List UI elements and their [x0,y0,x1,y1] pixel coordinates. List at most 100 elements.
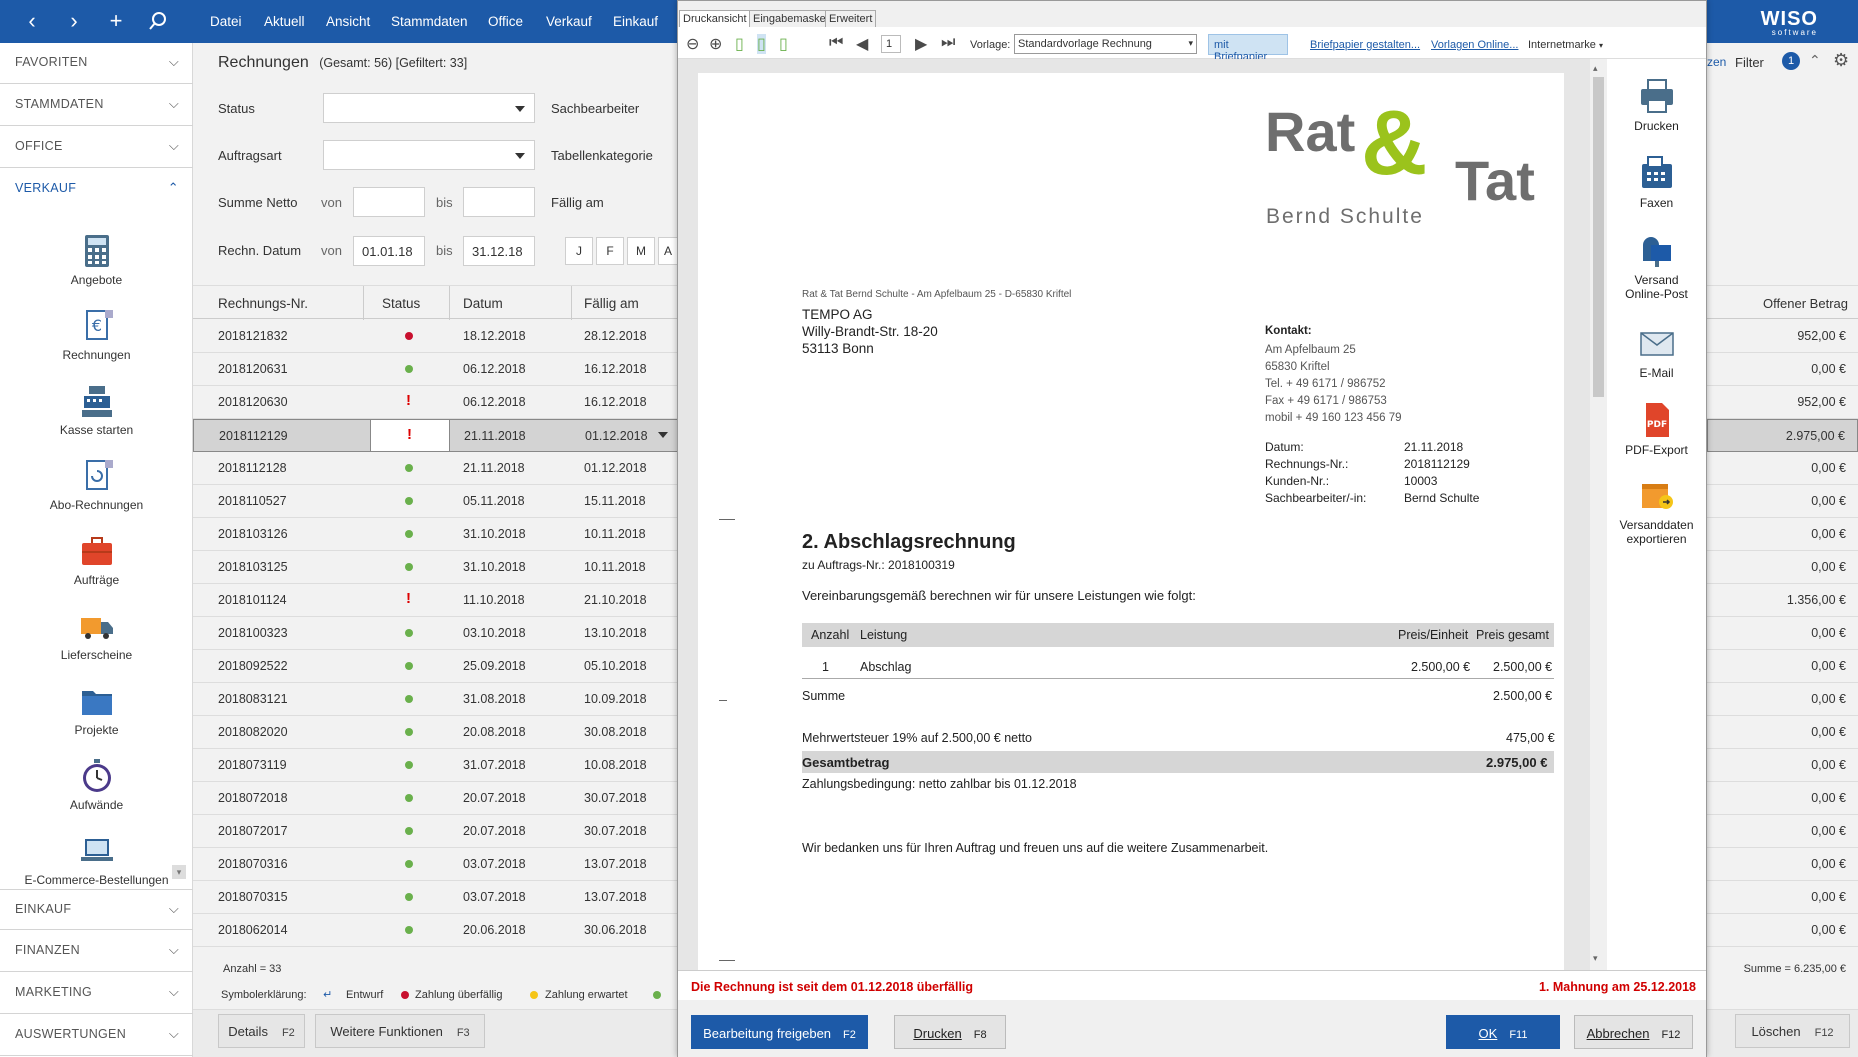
table-row[interactable]: 0,00 € [1707,353,1858,386]
table-row[interactable]: 2018120631 06.12.2018 16.12.2018 [193,353,678,386]
sidebar-item-kasse[interactable]: Kasse starten [0,383,193,437]
sidebar-section-finanzen[interactable]: FINANZEN ⌵ [0,931,193,972]
pdf-export-action[interactable]: PDF PDF-Export [1607,401,1706,457]
table-row[interactable]: 0,00 € [1707,716,1858,749]
email-action[interactable]: E-Mail [1607,324,1706,380]
add-icon[interactable]: + [100,6,132,36]
menu-aktuell[interactable]: Aktuell [264,14,305,29]
drucken-action[interactable]: Drucken [1607,77,1706,133]
table-row[interactable]: 1.356,00 € [1707,584,1858,617]
table-row[interactable]: 952,00 € [1707,386,1858,419]
column-offener-betrag[interactable]: Offener Betrag [1763,296,1848,311]
table-row[interactable]: 2018100323 03.10.2018 13.10.2018 [193,617,678,650]
datum-von-input[interactable]: 01.01.18 [353,236,425,266]
abbrechen-button[interactable]: Abbrechen F12 [1574,1015,1693,1049]
table-row[interactable]: 2018070315 03.07.2018 13.07.2018 [193,881,678,914]
status-select[interactable] [323,93,535,123]
menu-datei[interactable]: Datei [210,14,242,29]
forward-icon[interactable]: › [58,6,90,36]
table-row[interactable]: 0,00 € [1707,914,1858,947]
table-row[interactable]: 0,00 € [1707,848,1858,881]
table-row[interactable]: 2018092522 25.09.2018 05.10.2018 [193,650,678,683]
zoom-out-icon[interactable]: ⊖ [686,34,699,54]
menu-ansicht[interactable]: Ansicht [326,14,370,29]
bearbeitung-freigeben-button[interactable]: Bearbeitung freigeben F2 [691,1015,868,1049]
vorlage-select[interactable]: Standardvorlage Rechnung ▾ [1014,34,1197,54]
first-page-icon[interactable]: ⏮ [829,34,843,52]
preview-scrollbar[interactable]: ▴ ▾ [1590,59,1607,970]
table-row[interactable]: 0,00 € [1707,650,1858,683]
table-row[interactable]: 0,00 € [1707,518,1858,551]
menu-office[interactable]: Office [488,14,523,29]
back-icon[interactable]: ‹ [16,6,48,36]
vorlagen-online-link[interactable]: Vorlagen Online... [1431,39,1518,51]
sidebar-item-auftraege[interactable]: Aufträge [0,533,193,587]
internetmarke-menu[interactable]: Internetmarke ▾ [1528,39,1603,51]
period-m-button[interactable]: M [627,237,655,265]
table-row[interactable]: 2018082020 20.08.2018 30.08.2018 [193,716,678,749]
briefpapier-gestalten-link[interactable]: Briefpapier gestalten... [1310,39,1420,51]
sidebar-section-marketing[interactable]: MARKETING ⌵ [0,973,193,1014]
table-row[interactable]: 0,00 € [1707,683,1858,716]
tab-erweitert[interactable]: Erweitert [825,10,877,27]
table-row[interactable]: 2018101124! 11.10.2018 21.10.2018 [193,584,678,617]
table-row[interactable]: 0,00 € [1707,452,1858,485]
previous-page-icon[interactable]: ◀ [856,34,868,54]
sidebar-item-angebote[interactable]: Angebote [0,233,193,287]
table-row[interactable]: 2018062014 20.06.2018 30.06.2018 [193,914,678,947]
mit-briefpapier-button[interactable]: mit Briefpapier [1208,34,1288,63]
sidebar-item-ecommerce[interactable]: E-Commerce-Bestellungen [0,833,193,887]
next-page-icon[interactable]: ▶ [915,34,927,54]
versanddaten-exportieren-action[interactable]: Versanddaten exportieren [1607,476,1706,546]
table-row[interactable]: 2018072018 20.07.2018 30.07.2018 [193,782,678,815]
sidebar-item-aufwaende[interactable]: Aufwände [0,758,193,812]
table-row[interactable]: 0,00 € [1707,815,1858,848]
table-row[interactable]: 2018112128 21.11.2018 01.12.2018 [193,452,678,485]
sidebar-section-einkauf[interactable]: EINKAUF ⌵ [0,889,193,930]
sidebar-item-abo-rechnungen[interactable]: Abo-Rechnungen [0,458,193,512]
column-faellig-am[interactable]: Fällig am [584,296,639,311]
menu-einkauf[interactable]: Einkauf [613,14,658,29]
menu-verkauf[interactable]: Verkauf [546,14,592,29]
sidebar-section-auswertungen[interactable]: AUSWERTUNGEN ⌵ [0,1015,193,1056]
menu-stammdaten[interactable]: Stammdaten [391,14,468,29]
tab-druckansicht[interactable]: Druckansicht [679,10,751,27]
versand-online-post-action[interactable]: Versand Online-Post [1607,231,1706,301]
page-full-icon[interactable]: ▯ [779,34,788,54]
summe-bis-input[interactable] [463,187,535,217]
table-row[interactable]: 2018073119 31.07.2018 10.08.2018 [193,749,678,782]
datum-bis-input[interactable]: 31.12.18 [463,236,535,266]
table-row[interactable]: 0,00 € [1707,749,1858,782]
table-row[interactable]: 2018072017 20.07.2018 30.07.2018 [193,815,678,848]
table-row[interactable]: 0,00 € [1707,881,1858,914]
sidebar-scroll-down-icon[interactable]: ▾ [172,865,186,879]
table-row[interactable]: 2018103125 31.10.2018 10.11.2018 [193,551,678,584]
sidebar-section-favoriten[interactable]: FAVORITEN ⌵ [0,43,193,84]
details-button[interactable]: Details F2 [218,1014,305,1048]
faxen-action[interactable]: Faxen [1607,154,1706,210]
weitere-funktionen-button[interactable]: Weitere Funktionen F3 [315,1014,485,1048]
search-icon[interactable] [142,6,174,36]
table-row[interactable]: 2018103126 31.10.2018 10.11.2018 [193,518,678,551]
sidebar-item-projekte[interactable]: Projekte [0,683,193,737]
sidebar-section-verkauf[interactable]: VERKAUF ⌃ [0,169,193,210]
tab-eingabemaske[interactable]: Eingabemaske [749,10,830,27]
loeschen-button[interactable]: Löschen F12 [1735,1014,1850,1048]
last-page-icon[interactable]: ⏭ [941,34,955,52]
page-width-icon[interactable]: ▯ [757,34,766,54]
table-row[interactable]: 2018121832 18.12.2018 28.12.2018 [193,320,678,353]
ok-button[interactable]: OK F11 [1446,1015,1560,1049]
table-row[interactable]: 2018083121 31.08.2018 10.09.2018 [193,683,678,716]
table-row[interactable]: 0,00 € [1707,485,1858,518]
collapse-icon[interactable]: ⌃ [1809,52,1821,69]
sidebar-section-office[interactable]: OFFICE ⌵ [0,127,193,168]
table-row[interactable]: 2018070316 03.07.2018 13.07.2018 [193,848,678,881]
sidebar-item-rechnungen[interactable]: € Rechnungen [0,308,193,362]
drucken-button[interactable]: Drucken F8 [894,1015,1006,1049]
page-single-icon[interactable]: ▯ [735,34,744,54]
zoom-in-icon[interactable]: ⊕ [709,34,722,54]
gear-icon[interactable]: ⚙ [1833,50,1849,71]
period-a-button[interactable]: A [658,237,678,265]
table-row[interactable]: 0,00 € [1707,551,1858,584]
sidebar-item-lieferscheine[interactable]: Lieferscheine [0,608,193,662]
